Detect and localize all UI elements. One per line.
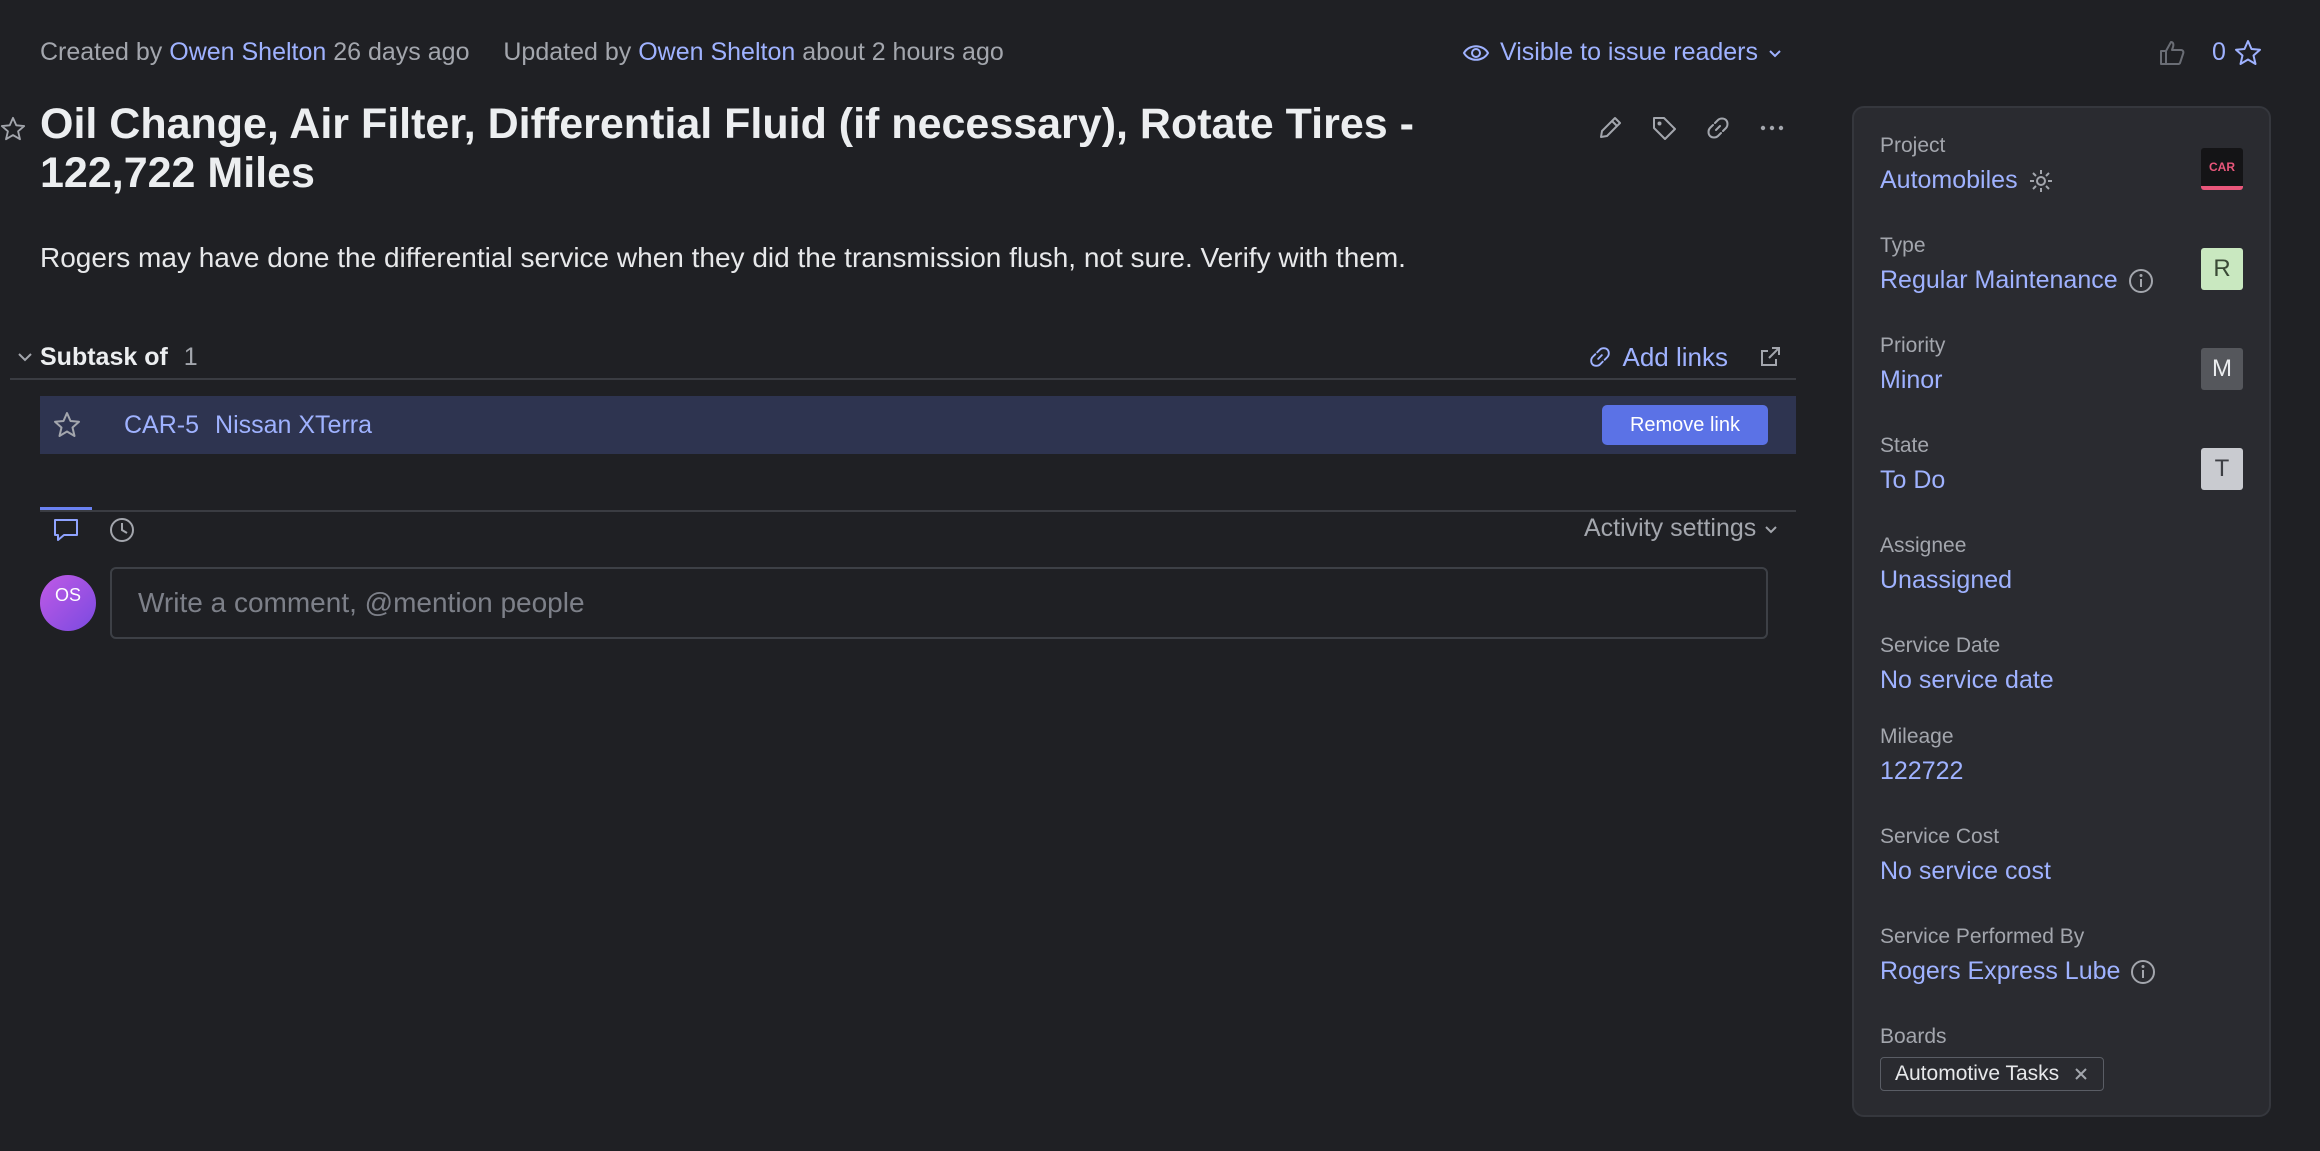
activity-settings-dropdown[interactable]: Activity settings — [1584, 514, 1778, 543]
subtask-row[interactable]: CAR-5 Nissan XTerra Remove link — [40, 396, 1796, 454]
field-project: Project Automobiles — [1880, 134, 2054, 195]
remove-link-button[interactable]: Remove link — [1601, 405, 1768, 445]
chevron-down-icon — [18, 353, 32, 362]
eye-icon — [1462, 44, 1490, 61]
vote-count: 0 — [2212, 38, 2226, 66]
created-by-link[interactable]: Owen Shelton — [169, 38, 326, 66]
collapse-toggle[interactable] — [10, 352, 40, 362]
star-icon[interactable] — [2234, 39, 2262, 67]
updated-by-link[interactable]: Owen Shelton — [638, 38, 795, 66]
chevron-down-icon — [1769, 49, 1781, 57]
link-icon — [1589, 347, 1610, 367]
chevron-down-icon — [1765, 525, 1777, 533]
history-icon[interactable] — [108, 516, 136, 544]
issue-title: Oil Change, Air Filter, Differential Flu… — [40, 100, 1414, 197]
title-toolbar — [1596, 114, 1786, 142]
assignee-value[interactable]: Unassigned — [1880, 566, 2012, 595]
thumbs-up-icon[interactable] — [2158, 39, 2186, 67]
field-service-date: Service Date No service date — [1880, 634, 2054, 695]
service-cost-label: Service Cost — [1880, 825, 2000, 848]
field-type: Type Regular Maintenance — [1880, 234, 2154, 295]
priority-label: Priority — [1880, 334, 1946, 357]
subtask-label: Subtask of — [40, 342, 168, 371]
info-icon[interactable] — [2130, 959, 2156, 985]
info-icon[interactable] — [2128, 268, 2154, 294]
service-cost-value[interactable]: No service cost — [1880, 857, 2051, 886]
performed-by-label: Service Performed By — [1880, 925, 2085, 948]
field-priority: Priority Minor — [1880, 334, 1945, 395]
field-state: State To Do — [1880, 434, 1945, 495]
updated-when: about 2 hours ago — [802, 38, 1004, 66]
created-prefix: Created by — [40, 38, 163, 66]
visibility-label: Visible to issue readers — [1500, 38, 1759, 66]
priority-badge: M — [2201, 348, 2243, 390]
open-external-icon[interactable] — [1758, 345, 1782, 369]
issue-description: Rogers may have done the differential se… — [40, 242, 1406, 273]
priority-value[interactable]: Minor — [1880, 366, 1943, 395]
pencil-icon[interactable] — [1596, 114, 1624, 142]
created-when: 26 days ago — [333, 38, 470, 66]
field-performed-by: Service Performed By Rogers Express Lube — [1880, 925, 2156, 986]
activity-settings-label: Activity settings — [1584, 514, 1757, 542]
project-badge: CAR — [2201, 148, 2243, 190]
updated-prefix: Updated by — [503, 38, 632, 66]
subtask-count: 1 — [183, 342, 198, 371]
link-icon[interactable] — [1704, 114, 1732, 142]
service-date-value[interactable]: No service date — [1880, 666, 2054, 695]
performed-by-value[interactable]: Rogers Express Lube — [1880, 957, 2120, 986]
subtask-header: Subtask of 1 Add links — [10, 336, 1796, 380]
field-service-cost: Service Cost No service cost — [1880, 825, 2051, 886]
field-mileage: Mileage 122722 — [1880, 725, 1963, 786]
comment-icon[interactable] — [52, 517, 80, 543]
vote-controls: 0 — [2158, 38, 2262, 67]
add-links-label: Add links — [1622, 341, 1729, 372]
subtask-summary-link[interactable]: Nissan XTerra — [215, 411, 372, 440]
more-icon[interactable] — [1758, 114, 1786, 142]
star-icon — [54, 412, 80, 437]
project-value[interactable]: Automobiles — [1880, 166, 2018, 195]
gear-icon[interactable] — [2028, 168, 2054, 194]
issue-meta: Created by Owen Shelton 26 days ago Upda… — [40, 38, 1004, 67]
favorite-star-icon[interactable] — [0, 116, 26, 142]
avatar-initials: OS — [54, 585, 81, 605]
field-boards: Boards Automotive Tasks — [1880, 1025, 2105, 1091]
mileage-value[interactable]: 122722 — [1880, 757, 1963, 786]
mileage-label: Mileage — [1880, 725, 1954, 748]
comment-input[interactable]: Write a comment, @mention people — [110, 567, 1768, 639]
boards-label: Boards — [1880, 1025, 1947, 1048]
row-star-button[interactable] — [40, 411, 94, 439]
project-label: Project — [1880, 134, 1946, 157]
type-label: Type — [1880, 234, 1926, 257]
active-tab-indicator — [40, 507, 92, 510]
assignee-label: Assignee — [1880, 534, 1967, 557]
visibility-dropdown[interactable]: Visible to issue readers — [1462, 38, 1782, 67]
tag-icon[interactable] — [1650, 114, 1678, 142]
comment-placeholder: Write a comment, @mention people — [138, 587, 585, 618]
activity-tabs — [52, 516, 136, 544]
board-chip-label: Automotive Tasks — [1895, 1062, 2060, 1085]
issue-fields-panel: Project Automobiles CAR Type Regular Mai… — [1852, 106, 2271, 1117]
state-badge: T — [2201, 448, 2243, 490]
type-badge: R — [2201, 248, 2243, 290]
add-links-button[interactable]: Add links — [1587, 341, 1729, 373]
service-date-label: Service Date — [1880, 634, 2001, 657]
state-label: State — [1880, 434, 1930, 457]
field-assignee: Assignee Unassigned — [1880, 534, 2012, 595]
activity-divider — [40, 510, 1796, 512]
close-icon[interactable] — [2073, 1066, 2089, 1082]
type-value[interactable]: Regular Maintenance — [1880, 266, 2118, 295]
subtask-key-link[interactable]: CAR-5 — [124, 411, 199, 440]
state-value[interactable]: To Do — [1880, 466, 1945, 495]
board-chip[interactable]: Automotive Tasks — [1880, 1057, 2105, 1091]
avatar[interactable]: OS — [40, 575, 96, 631]
